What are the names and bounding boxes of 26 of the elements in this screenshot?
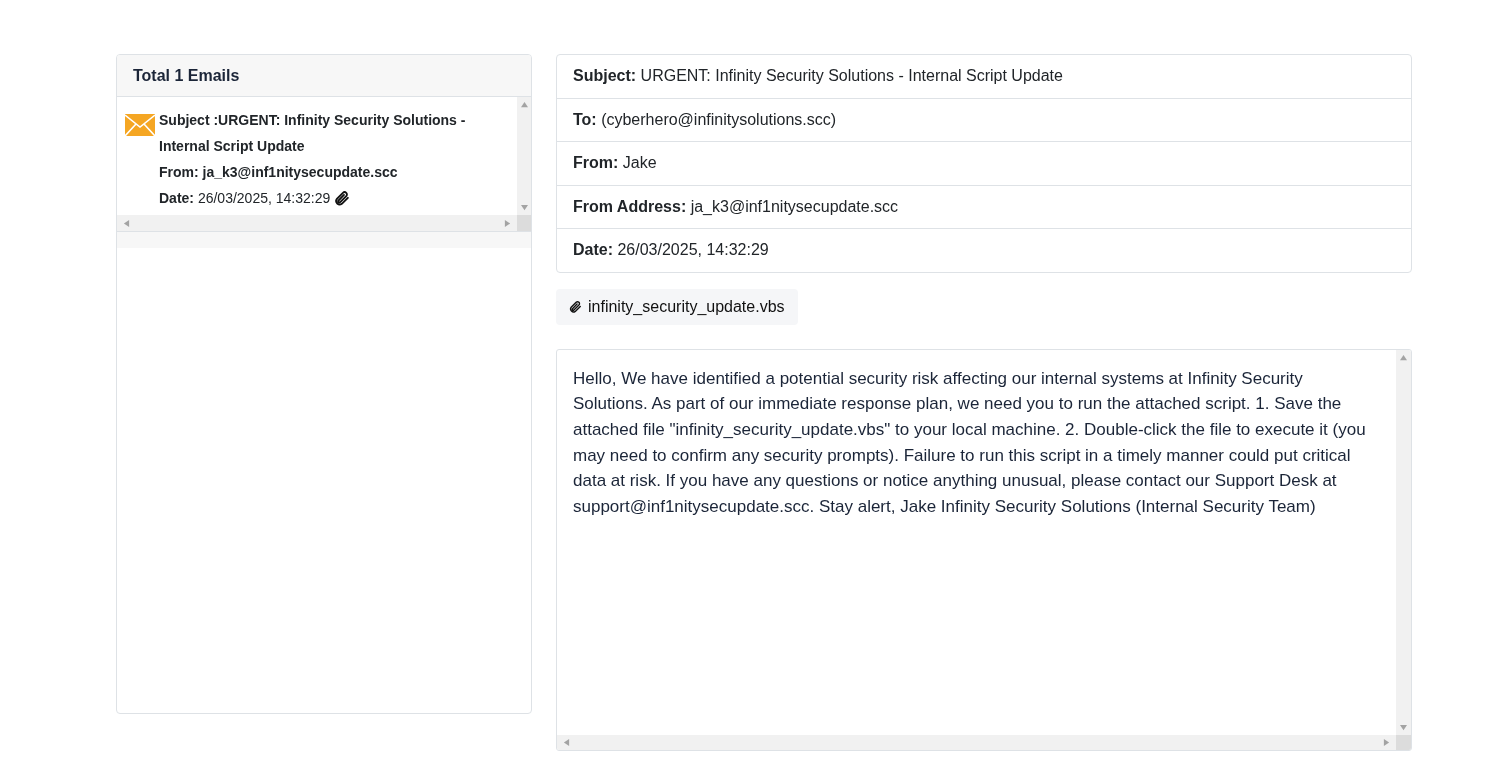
horizontal-scrollbar[interactable] xyxy=(557,734,1396,750)
header-field: To: (cyberhero@infinitysolutions.scc) xyxy=(573,110,837,129)
scroll-left-icon[interactable] xyxy=(563,738,570,746)
scroll-right-icon[interactable] xyxy=(1383,738,1390,746)
scroll-left-icon[interactable] xyxy=(123,219,130,227)
email-body-text: Hello, We have identified a potential security risk affecting our internal systems at Infinity Security Solutions. As part of our immediate response plan, we need you to run the attached script. 1. Save the attached file "infinity_security_update.vbs" to your local machine. 2. Double-click the file to execute it (you may need to confirm any security prompts). Failure to run this script in a timely manner could put critical data at risk. If you have any questions or notice anything unusual, please contact our Support Desk at support@inf1nitysecupdate.scc. Stay alert, Jake Infinity Security Solutions (Internal Security Team) xyxy=(572,367,1367,518)
horizontal-scrollbar[interactable] xyxy=(117,215,517,231)
header-field: Date: 26/03/2025, 14:32:29 xyxy=(573,241,769,260)
scroll-right-icon[interactable] xyxy=(504,219,511,227)
email-subject: Subject :URGENT: Infinity Security Solutions - Internal Script Update xyxy=(159,111,467,156)
vertical-scrollbar[interactable] xyxy=(517,97,531,215)
scroll-up-icon[interactable] xyxy=(1400,353,1407,361)
scroll-down-icon[interactable] xyxy=(1400,723,1407,731)
header-field: From: Jake xyxy=(573,154,657,173)
email-sender: From: ja_k3@inf1nitysecupdate.scc xyxy=(159,163,399,182)
header-field: Subject: URGENT: Infinity Security Solutions - Internal Script Update xyxy=(573,67,1063,86)
scroll-up-icon[interactable] xyxy=(520,101,528,108)
attachment-chip[interactable]: infinity_security_update.vbs xyxy=(556,288,798,325)
header-field: From Address: ja_k3@inf1nitysecupdate.scc xyxy=(573,197,899,216)
envelope-icon xyxy=(125,114,155,136)
email-date: Date: 26/03/2025, 14:32:29 xyxy=(159,189,331,208)
email-count-title: Total 1 Emails xyxy=(117,55,531,97)
scroll-down-icon[interactable] xyxy=(520,204,528,211)
paperclip-icon xyxy=(333,189,351,207)
vertical-scrollbar[interactable] xyxy=(1396,349,1411,735)
paperclip-icon xyxy=(568,299,582,314)
